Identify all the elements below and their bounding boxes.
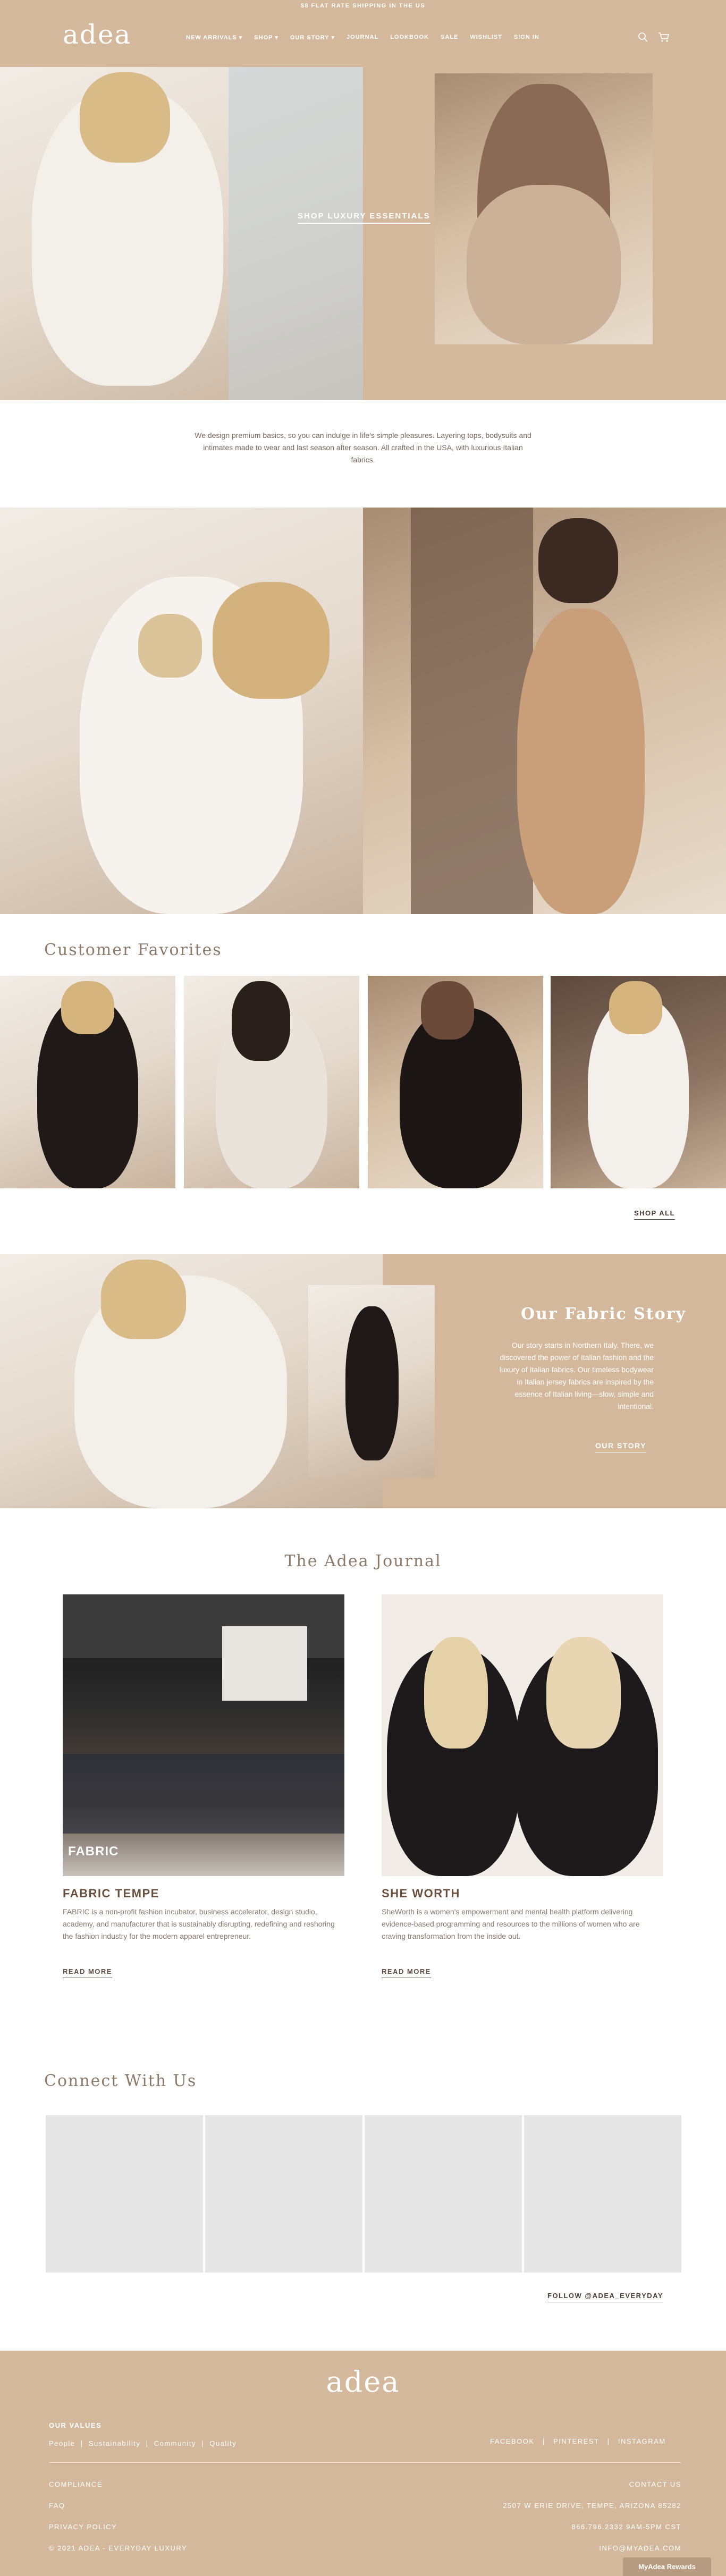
cart-icon[interactable] — [658, 32, 670, 43]
header-icons — [638, 32, 670, 43]
nav-lookbook[interactable]: LOOKBOOK — [390, 34, 429, 41]
journal-post-excerpt: FABRIC is a non-profit fashion incubator… — [63, 1907, 335, 1940]
nav-our-story[interactable]: OUR STORY ▾ — [290, 34, 335, 41]
read-more-link[interactable]: READ MORE — [382, 1967, 431, 1978]
footer-link-compliance[interactable]: COMPLIANCE — [49, 2480, 103, 2488]
lifestyle-image-right — [363, 508, 726, 914]
footer-values: People | Sustainability | Community | Qu… — [49, 2439, 237, 2447]
instagram-tile[interactable] — [205, 2115, 362, 2273]
announcement-bar: $8 FLAT RATE SHIPPING IN THE US — [0, 0, 726, 12]
our-story-link[interactable]: OUR STORY — [595, 1441, 646, 1452]
follow-instagram-link[interactable]: FOLLOW @ADEA_EVERYDAY — [547, 2292, 664, 2302]
hero-image-left — [0, 67, 363, 400]
journal-image-caption: FABRIC — [68, 1844, 119, 1859]
product-image[interactable] — [551, 976, 726, 1188]
footer-contact-heading[interactable]: CONTACT US — [531, 2480, 681, 2488]
lifestyle-image-left — [0, 508, 363, 914]
nav-journal[interactable]: JOURNAL — [347, 34, 378, 41]
footer-address: 2507 W ERIE DRIVE, TEMPE, ARIZONA 85282 — [503, 2502, 681, 2510]
nav-shop[interactable]: SHOP ▾ — [254, 34, 278, 41]
footer-social-links[interactable]: FACEBOOK | PINTEREST | INSTAGRAM — [490, 2437, 666, 2445]
hero-image-right — [435, 73, 653, 344]
search-icon[interactable] — [638, 32, 648, 43]
footer-link-privacy[interactable]: PRIVACY POLICY — [49, 2523, 117, 2531]
rewards-button[interactable]: MyAdea Rewards — [623, 2557, 711, 2576]
product-image[interactable] — [0, 976, 175, 1188]
fabric-story-title: Our Fabric Story — [521, 1305, 686, 1323]
shop-luxury-essentials-link[interactable]: SHOP LUXURY ESSENTIALS — [298, 212, 430, 224]
shop-all-link[interactable]: SHOP ALL — [634, 1209, 676, 1220]
instagram-tile[interactable] — [524, 2115, 681, 2273]
journal-post-image[interactable]: FABRIC — [63, 1594, 344, 1876]
footer-values-heading: OUR VALUES — [49, 2421, 102, 2429]
nav-new-arrivals[interactable]: NEW ARRIVALS ▾ — [186, 34, 242, 41]
nav-wishlist[interactable]: WISHLIST — [470, 34, 502, 41]
journal-post-excerpt: SheWorth is a women's empowerment and me… — [382, 1907, 640, 1940]
read-more-link[interactable]: READ MORE — [63, 1967, 112, 1978]
fabric-story-inset-image — [308, 1285, 435, 1477]
main-nav: NEW ARRIVALS ▾ SHOP ▾ OUR STORY ▾ JOURNA… — [186, 34, 539, 41]
product-image[interactable] — [368, 976, 543, 1188]
nav-sign-in[interactable]: SIGN IN — [514, 34, 539, 41]
journal-title: The Adea Journal — [284, 1552, 442, 1570]
instagram-tile[interactable] — [365, 2115, 522, 2273]
site-logo[interactable]: adea — [63, 21, 131, 48]
footer-logo[interactable]: adea — [0, 2365, 726, 2398]
instagram-tile[interactable] — [46, 2115, 203, 2273]
footer-copyright: © 2021 ADEA - EVERYDAY LUXURY — [49, 2544, 188, 2552]
journal-post-image[interactable] — [382, 1594, 663, 1876]
footer-phone[interactable]: 866.796.2332 9AM-5PM CST — [522, 2523, 681, 2531]
customer-favorites-title: Customer Favorites — [44, 941, 222, 959]
journal-post-heading[interactable]: SHE WORTH — [382, 1887, 460, 1901]
brand-intro-text: We design premium basics, so you can ind… — [195, 431, 531, 464]
footer-email[interactable]: INFO@MYADEA.COM — [522, 2544, 681, 2552]
footer-link-faq[interactable]: FAQ — [49, 2502, 65, 2510]
connect-title: Connect With Us — [44, 2072, 197, 2090]
journal-post-heading[interactable]: FABRIC TEMPE — [63, 1887, 159, 1901]
footer-divider — [49, 2462, 681, 2463]
nav-sale[interactable]: SALE — [441, 34, 458, 41]
fabric-story-text: Our story starts in Northern Italy. Ther… — [499, 1341, 654, 1411]
product-image[interactable] — [184, 976, 359, 1188]
